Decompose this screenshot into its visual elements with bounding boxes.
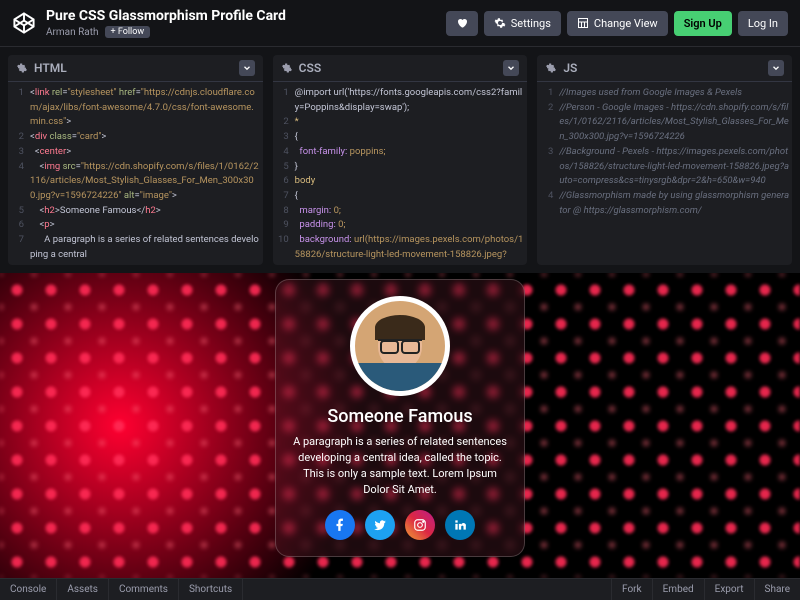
footer-tab[interactable]: Assets	[57, 579, 109, 600]
linkedin-icon	[453, 518, 467, 532]
like-button[interactable]	[446, 11, 478, 36]
settings-button[interactable]: Settings	[484, 11, 561, 36]
change-view-label: Change View	[594, 17, 658, 30]
html-editor-title: HTML	[34, 61, 239, 75]
profile-card: Someone Famous A paragraph is a series o…	[275, 279, 525, 557]
avatar	[350, 296, 450, 396]
collapse-button[interactable]	[503, 60, 519, 76]
css-editor: CSS 1@import url('https://fonts.googleap…	[273, 55, 528, 265]
instagram-link[interactable]	[405, 510, 435, 540]
layout-icon	[577, 17, 589, 29]
login-button[interactable]: Log In	[738, 11, 788, 36]
preview-pane: Someone Famous A paragraph is a series o…	[0, 273, 800, 578]
footer-right: ForkEmbedExportShare	[611, 579, 800, 600]
footer-tab[interactable]: Shortcuts	[179, 579, 243, 600]
editors-row: HTML 1<link rel="stylesheet" href="https…	[0, 47, 800, 273]
footer-bar: ConsoleAssetsCommentsShortcuts ForkEmbed…	[0, 578, 800, 600]
twitter-icon	[373, 518, 387, 532]
footer-left: ConsoleAssetsCommentsShortcuts	[0, 579, 611, 600]
footer-tab[interactable]: Embed	[652, 579, 704, 600]
twitter-link[interactable]	[365, 510, 395, 540]
instagram-icon	[413, 518, 427, 532]
title-block: Pure CSS Glassmorphism Profile Card Arma…	[46, 8, 446, 38]
collapse-button[interactable]	[768, 60, 784, 76]
profile-name: Someone Famous	[292, 406, 508, 427]
facebook-icon	[333, 518, 347, 532]
follow-button[interactable]: + Follow	[105, 26, 151, 38]
css-editor-title: CSS	[299, 61, 504, 75]
footer-tab[interactable]: Fork	[611, 579, 652, 600]
js-editor-header: JS	[537, 55, 792, 82]
gear-icon[interactable]	[281, 62, 293, 74]
gear-icon	[494, 17, 506, 29]
header-actions: Settings Change View Sign Up Log In	[446, 11, 788, 36]
footer-tab[interactable]: Comments	[109, 579, 179, 600]
app-header: Pure CSS Glassmorphism Profile Card Arma…	[0, 0, 800, 47]
signup-button[interactable]: Sign Up	[674, 11, 732, 36]
js-editor: JS 1//Images used from Google Images & P…	[537, 55, 792, 265]
html-editor-header: HTML	[8, 55, 263, 82]
author-name[interactable]: Arman Rath	[46, 27, 99, 38]
gear-icon[interactable]	[16, 62, 28, 74]
js-editor-body[interactable]: 1//Images used from Google Images & Pexe…	[537, 82, 792, 265]
settings-label: Settings	[511, 17, 551, 30]
js-editor-title: JS	[563, 61, 768, 75]
html-editor-body[interactable]: 1<link rel="stylesheet" href="https://cd…	[8, 82, 263, 265]
social-row	[292, 510, 508, 540]
chevron-down-icon	[506, 63, 516, 73]
gear-icon[interactable]	[545, 62, 557, 74]
change-view-button[interactable]: Change View	[567, 11, 668, 36]
css-editor-body[interactable]: 1@import url('https://fonts.googleapis.c…	[273, 82, 528, 265]
css-editor-header: CSS	[273, 55, 528, 82]
heart-icon	[456, 17, 468, 29]
footer-tab[interactable]: Export	[704, 579, 754, 600]
codepen-logo-icon	[12, 11, 36, 35]
chevron-down-icon	[242, 63, 252, 73]
chevron-down-icon	[771, 63, 781, 73]
linkedin-link[interactable]	[445, 510, 475, 540]
collapse-button[interactable]	[239, 60, 255, 76]
footer-tab[interactable]: Console	[0, 579, 57, 600]
footer-tab[interactable]: Share	[754, 579, 800, 600]
html-editor: HTML 1<link rel="stylesheet" href="https…	[8, 55, 263, 265]
facebook-link[interactable]	[325, 510, 355, 540]
pen-title[interactable]: Pure CSS Glassmorphism Profile Card	[46, 8, 446, 24]
profile-paragraph: A paragraph is a series of related sente…	[292, 434, 508, 498]
